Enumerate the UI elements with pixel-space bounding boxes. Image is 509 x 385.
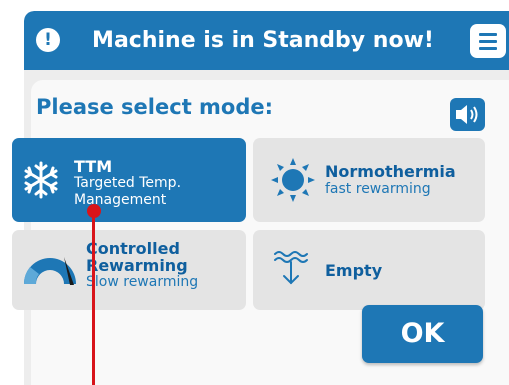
- mode-normothermia-title: Normothermia: [325, 162, 456, 181]
- mode-ttm-subtitle-1: Targeted Temp.: [74, 175, 182, 191]
- mode-ttm-title: TTM: [74, 157, 113, 176]
- gauge-icon: [23, 257, 76, 285]
- mode-empty-title: Empty: [325, 261, 383, 280]
- water-drain-icon: [274, 251, 308, 285]
- hamburger-menu-icon: [479, 32, 497, 36]
- sun-icon: [271, 158, 315, 202]
- mode-normothermia-subtitle: fast rewarming: [325, 181, 431, 197]
- mode-controlled-title-1: Controlled: [86, 239, 180, 258]
- ok-button[interactable]: OK: [362, 305, 483, 363]
- snowflake-icon: [24, 161, 58, 199]
- mode-normothermia-button[interactable]: Normothermia fast rewarming: [253, 138, 485, 222]
- speaker-icon: [456, 105, 478, 124]
- status-header: ! Machine is in Standby now!: [24, 11, 509, 70]
- mode-empty-button[interactable]: Empty: [253, 230, 485, 310]
- sound-button[interactable]: [450, 98, 485, 131]
- mode-ttm-button[interactable]: TTM Targeted Temp. Management: [12, 138, 246, 222]
- menu-button[interactable]: [470, 24, 506, 58]
- mode-controlled-rewarming-button[interactable]: Controlled Rewarming Slow rewarming: [12, 230, 246, 310]
- header-title: Machine is in Standby now!: [92, 28, 434, 53]
- select-mode-title: Please select mode:: [36, 95, 274, 119]
- annotation-pointer-line: [92, 211, 95, 385]
- mode-controlled-title-2: Rewarming: [86, 256, 188, 275]
- annotation-pointer-dot: [87, 204, 101, 218]
- mode-controlled-subtitle: Slow rewarming: [86, 274, 199, 290]
- exclamation-icon: !: [36, 28, 60, 52]
